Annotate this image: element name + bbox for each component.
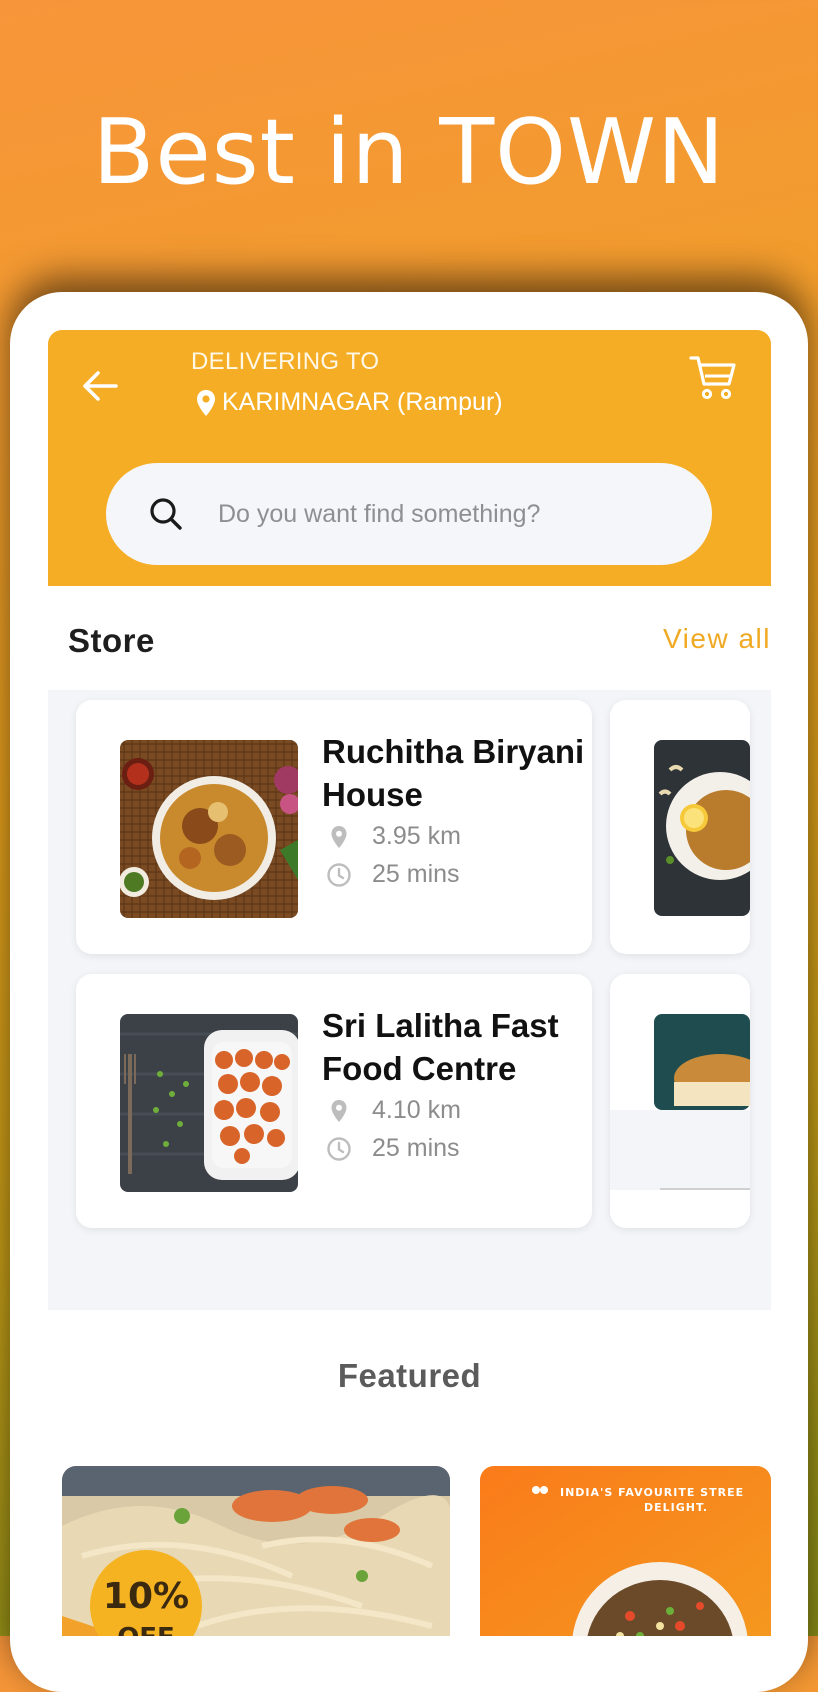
featured-banner-image: INDIA'S FAVOURITE STREE DELIGHT. xyxy=(480,1466,771,1636)
store-name: Sri Lalitha Fast Food Centre xyxy=(322,1007,559,1087)
promo-headline: Best in TOWN xyxy=(92,100,726,205)
featured-banner[interactable]: 10% OFF xyxy=(62,1466,450,1636)
store-image-partial xyxy=(654,740,750,916)
banner-tagline-2: DELIGHT. xyxy=(644,1501,708,1514)
clock-icon xyxy=(327,1136,351,1161)
app-header: DELIVERING TO KARIMNAGAR (Rampur) xyxy=(48,330,771,586)
clock-icon xyxy=(327,862,351,887)
store-card[interactable]: Ruchitha Biryani House 3.95 km 25 mins xyxy=(76,700,592,954)
store-image-partial xyxy=(610,1014,750,1190)
store-image-biryani xyxy=(120,740,298,918)
discount-badge-off: OFF xyxy=(117,1623,175,1636)
time-text: 25 mins xyxy=(372,860,460,888)
store-section-header: Store View all xyxy=(48,592,771,672)
search-input[interactable] xyxy=(216,498,640,530)
view-all-link[interactable]: View all xyxy=(663,623,771,655)
back-arrow-icon[interactable] xyxy=(78,364,122,408)
cart-icon[interactable] xyxy=(688,352,738,402)
store-list: Ruchitha Biryani House 3.95 km 25 mins S… xyxy=(48,690,771,1310)
delivering-to-label: DELIVERING TO xyxy=(191,348,380,375)
delivery-location[interactable]: KARIMNAGAR (Rampur) xyxy=(196,388,503,417)
store-card-partial[interactable] xyxy=(610,974,750,1228)
featured-banner[interactable]: INDIA'S FAVOURITE STREE DELIGHT. xyxy=(480,1466,771,1636)
search-bar[interactable] xyxy=(106,463,712,565)
store-card[interactable]: Sri Lalitha Fast Food Centre 4.10 km 25 … xyxy=(76,974,592,1228)
location-pin-icon xyxy=(197,389,215,416)
search-icon xyxy=(150,498,182,530)
location-pin-icon xyxy=(331,1099,347,1122)
store-distance: 3.95 km xyxy=(326,822,461,851)
featured-banner-image: 10% OFF xyxy=(62,1466,450,1636)
distance-text: 3.95 km xyxy=(372,822,461,850)
store-distance: 4.10 km xyxy=(326,1096,461,1125)
featured-section-title: Featured xyxy=(337,1357,482,1394)
banner-tagline-1: INDIA'S FAVOURITE STREE xyxy=(560,1486,744,1499)
time-text: 25 mins xyxy=(372,1134,460,1162)
store-card-partial[interactable] xyxy=(610,700,750,954)
store-image-fastfood xyxy=(120,1014,298,1192)
store-time: 25 mins xyxy=(326,860,460,889)
app-screen: DELIVERING TO KARIMNAGAR (Rampur) Store … xyxy=(48,330,771,1636)
discount-badge-percent: 10% xyxy=(103,1576,189,1617)
store-time: 25 mins xyxy=(326,1134,460,1163)
store-section-title: Store xyxy=(68,622,155,659)
location-pin-icon xyxy=(331,825,347,848)
location-text: KARIMNAGAR (Rampur) xyxy=(222,388,503,416)
distance-text: 4.10 km xyxy=(372,1096,461,1124)
store-name: Ruchitha Biryani House xyxy=(322,733,585,813)
